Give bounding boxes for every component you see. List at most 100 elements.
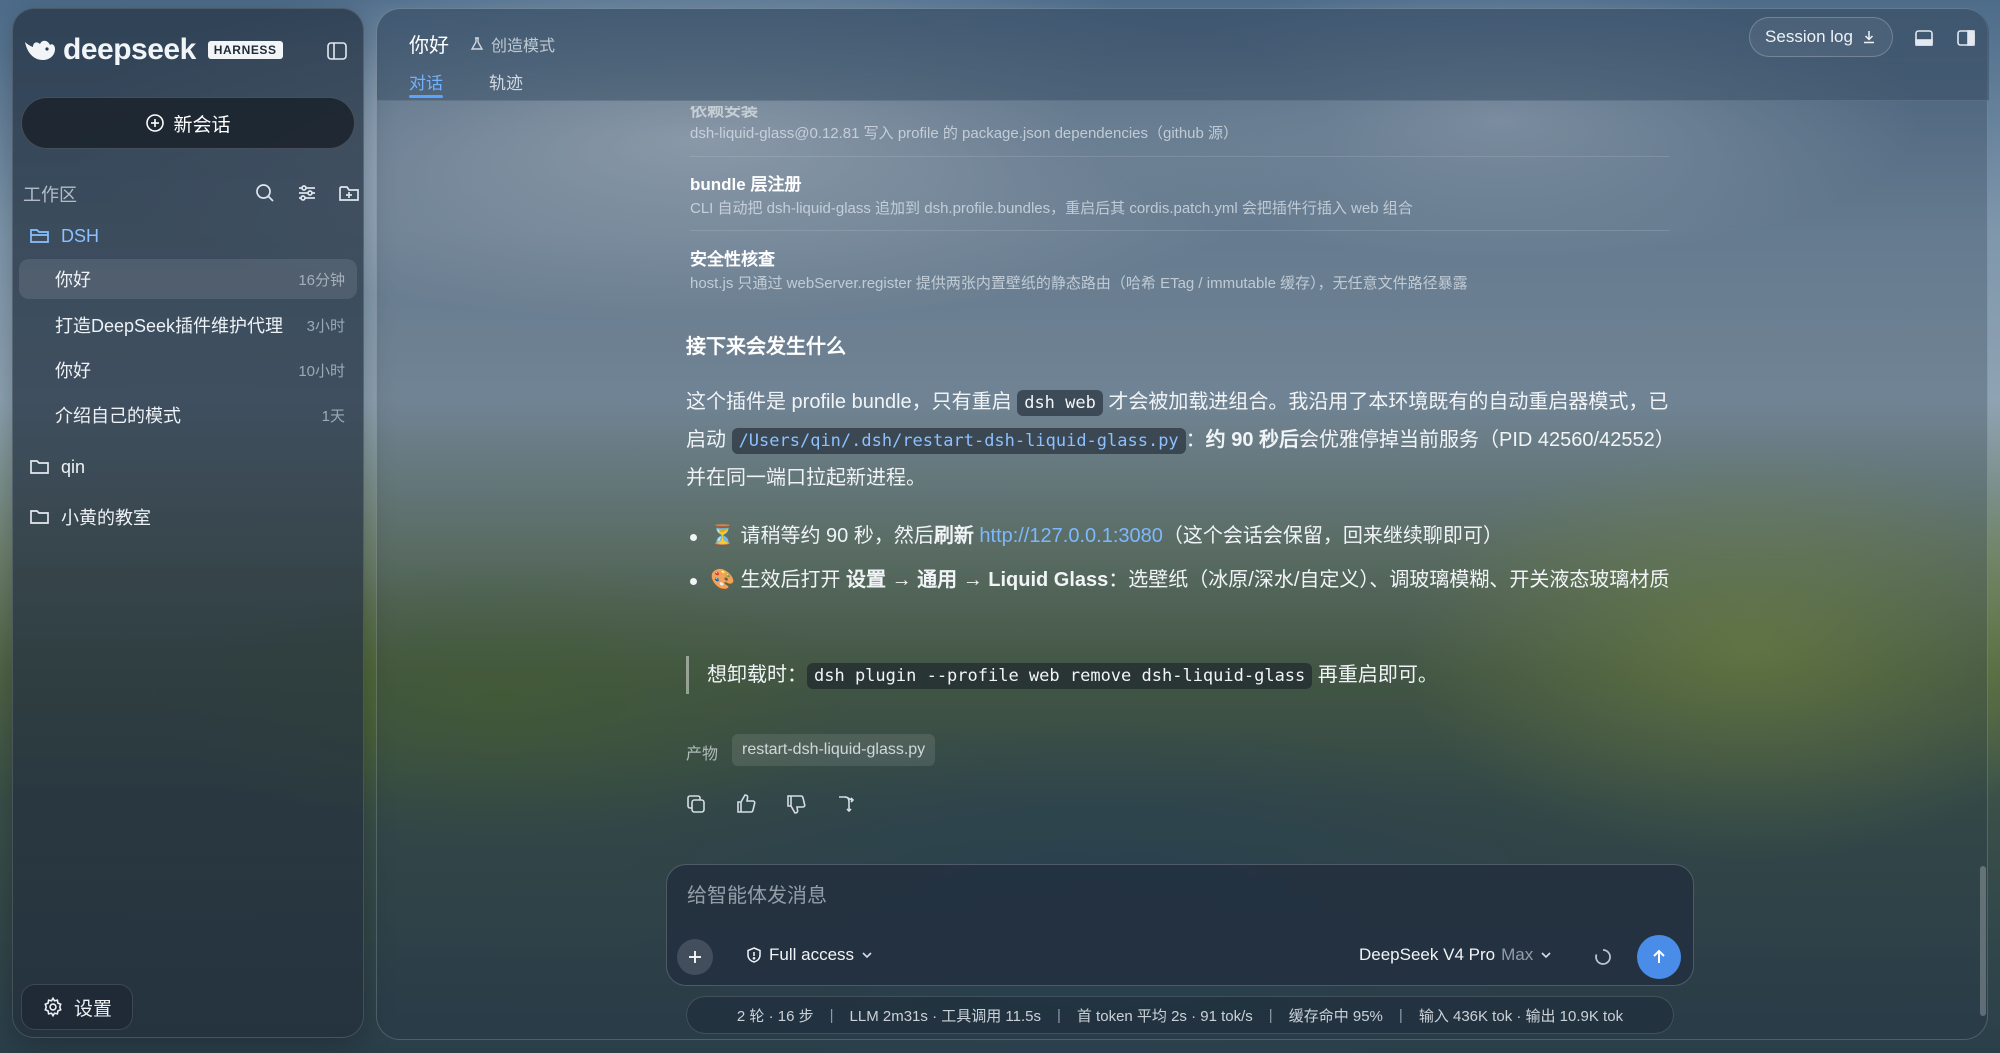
url-link[interactable]: http://127.0.0.1:3080 [979, 525, 1163, 547]
text: ： [1185, 429, 1206, 451]
text: 想卸载时： [707, 664, 807, 686]
plus-icon [689, 951, 701, 963]
inline-code: dsh web [1017, 390, 1103, 416]
text: 这个插件是 profile bundle，只有重启 [686, 391, 1018, 413]
shield-alert-icon [747, 947, 761, 963]
folder-label: 小黄的教室 [61, 508, 151, 528]
chevron-down-icon [1541, 952, 1551, 959]
session-log-label: Session log [1765, 27, 1853, 46]
detail-description: dsh-liquid-glass@0.12.81 写入 profile 的 pa… [690, 125, 1239, 142]
chat-item[interactable]: 你好 10小时 [19, 350, 357, 390]
list-item: ⏳ 请稍等约 90 秒，然后刷新 http://127.0.0.1:3080（这… [686, 518, 1676, 555]
arrow-up-icon [1653, 949, 1665, 963]
folder-dsh[interactable]: DSH [29, 221, 99, 251]
logo: deepseek HARNESS [23, 33, 283, 67]
scrollbar-thumb[interactable] [1980, 866, 1986, 1016]
first-token-stat: 首 token 平均 2s · 91 tok/s [1076, 1007, 1253, 1025]
message-paragraph: 这个插件是 profile bundle，只有重启 dsh web 才会被加载进… [686, 384, 1676, 497]
chat-item[interactable]: 你好 16分钟 [19, 259, 357, 299]
session-log-button[interactable]: Session log [1749, 17, 1893, 57]
loading-spinner-icon [1595, 949, 1611, 965]
bottom-panel-toggle-icon[interactable] [1913, 27, 1935, 49]
chat-item[interactable]: 打造DeepSeek插件维护代理 3小时 [19, 305, 357, 345]
separator: | [1268, 1006, 1273, 1024]
new-folder-icon[interactable] [337, 181, 361, 205]
settings-label: 设置 [73, 998, 112, 1020]
usage-stats-bar: 2 轮 · 16 步 | LLM 2m31s · 工具调用 11.5s | 首 … [686, 996, 1674, 1034]
active-tab-indicator [409, 95, 443, 98]
separator: | [829, 1006, 834, 1024]
chevron-down-icon [862, 952, 872, 959]
divider [690, 156, 1670, 157]
chat-title: 你好 [55, 361, 91, 381]
right-panel-toggle-icon[interactable] [1955, 27, 1977, 49]
plus-circle-icon [146, 114, 165, 132]
file-path-link[interactable]: /Users/qin/.dsh/restart-dsh-liquid-glass… [731, 428, 1186, 454]
separator: | [1056, 1006, 1061, 1024]
text: （这个会话会保留，回来继续聊即可） [1162, 525, 1503, 547]
mode-indicator[interactable]: 创造模式 [469, 32, 555, 56]
detail-description: CLI 自动把 dsh-liquid-glass 追加到 dsh.profile… [690, 200, 1413, 217]
workspace-header: 工作区 [23, 181, 359, 205]
section-heading: 接下来会发生什么 [686, 336, 846, 358]
sidebar-toggle-icon[interactable] [325, 39, 349, 63]
palette-icon: 🎨 [710, 569, 735, 591]
text: ：选壁纸（冰原/深水/自定义）、调玻璃模糊、开关液态玻璃材质 [1108, 569, 1670, 591]
new-chat-button[interactable]: 新会话 [21, 97, 355, 149]
detail-title: bundle 层注册 [690, 175, 802, 194]
detail-description: host.js 只通过 webServer.register 提供两张内置壁纸的… [690, 275, 1468, 292]
thumbs-up-icon[interactable] [734, 792, 758, 816]
chat-item[interactable]: 介绍自己的模式 1天 [19, 395, 357, 435]
message-input[interactable] [687, 885, 1587, 908]
artifact-file-chip[interactable]: restart-dsh-liquid-glass.py [732, 734, 936, 766]
branch-icon[interactable] [834, 792, 858, 816]
sparkle-flask-icon [470, 37, 484, 50]
chat-time: 16分钟 [298, 271, 345, 289]
chat-title: 打造DeepSeek插件维护代理 [55, 316, 284, 336]
model-tier: Max [1501, 945, 1534, 964]
divider [690, 230, 1670, 231]
top-bar: 你好 创造模式 对话 轨迹 Session log [377, 9, 1989, 101]
page-title: 你好 [409, 35, 449, 57]
text: 再重启即可。 [1312, 664, 1438, 686]
chat-time: 1天 [321, 407, 345, 425]
folder-qin[interactable]: qin [29, 452, 85, 482]
model-name: DeepSeek V4 Pro [1359, 945, 1496, 964]
filter-sliders-icon[interactable] [295, 181, 319, 205]
detail-title: 安全性核查 [690, 250, 775, 269]
hourglass-icon: ⏳ [710, 525, 735, 547]
tab-trace[interactable]: 轨迹 [489, 69, 523, 94]
access-label: Full access [769, 945, 855, 964]
gear-icon [44, 996, 62, 1018]
bullet-list: ⏳ 请稍等约 90 秒，然后刷新 http://127.0.0.1:3080（这… [686, 518, 1676, 606]
search-icon[interactable] [253, 181, 277, 205]
attach-button[interactable] [677, 939, 713, 975]
copy-icon[interactable] [684, 792, 708, 816]
send-button[interactable] [1637, 935, 1681, 979]
whale-logo-icon [25, 40, 55, 60]
sidebar: deepseek HARNESS 新会话 工作区 DSH 你好 16分钟 打造D… [12, 8, 364, 1038]
mode-label: 创造模式 [491, 38, 556, 55]
separator: | [1398, 1006, 1403, 1024]
harness-badge: HARNESS [207, 41, 283, 59]
folder-label: qin [61, 456, 86, 477]
message-composer: Full access DeepSeek V4 Pro Max [666, 864, 1694, 986]
bold-text: 刷新 [933, 525, 974, 547]
thumbs-down-icon[interactable] [784, 792, 808, 816]
workspace-label: 工作区 [23, 185, 77, 205]
folder-icon [30, 460, 49, 474]
token-stat: 输入 436K tok · 输出 10.9K tok [1418, 1007, 1624, 1025]
chat-title: 你好 [55, 270, 91, 290]
bold-text: 约 90 秒后 [1205, 429, 1300, 451]
rounds-stat: 2 轮 · 16 步 [736, 1007, 814, 1025]
blockquote: 想卸载时： dsh plugin --profile web remove dsh… [686, 656, 1438, 694]
settings-button[interactable]: 设置 [21, 984, 133, 1030]
tab-conversation[interactable]: 对话 [409, 69, 443, 94]
chat-time: 10小时 [298, 362, 345, 380]
folder-classroom[interactable]: 小黄的教室 [29, 502, 151, 532]
model-selector[interactable]: DeepSeek V4 Pro Max [1359, 945, 1553, 965]
bold-text: 设置 → 通用 → Liquid Glass [846, 569, 1109, 591]
text: 请稍等约 90 秒，然后 [734, 525, 934, 547]
access-dropdown[interactable]: Full access [745, 945, 874, 965]
folder-open-icon [30, 229, 49, 243]
